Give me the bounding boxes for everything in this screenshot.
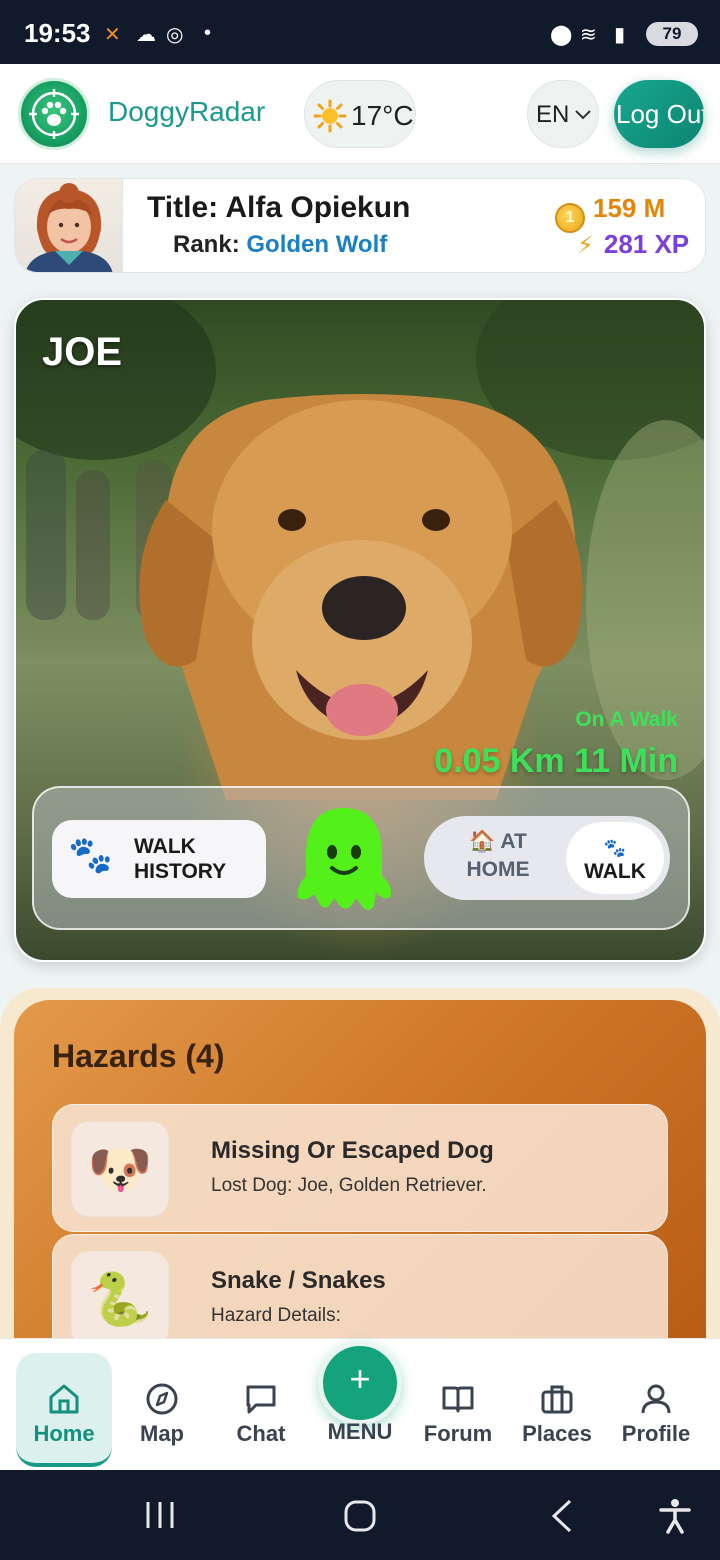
hazards-panel: Hazards (4) 🐶 Missing Or Escaped Dog Los… xyxy=(14,1000,706,1360)
nav-label: Profile xyxy=(621,1421,691,1446)
hazard-description: Hazard Details: xyxy=(211,1305,341,1326)
briefcase-icon xyxy=(541,1385,573,1414)
status-time: 19:53 xyxy=(24,18,91,48)
walk-control-panel: 🐾 WALK HISTORY 🏠 AT HOME 🐾 WALK xyxy=(32,786,690,930)
book-icon xyxy=(442,1386,474,1413)
xp-balance: ⚡ 281 XP xyxy=(577,229,689,260)
paw-prints-icon: 🐾 xyxy=(68,834,113,875)
coin-balance: 1 159 M xyxy=(555,193,665,233)
title-prefix: Title: xyxy=(147,191,219,224)
system-navigation-bar xyxy=(0,1470,720,1560)
plus-icon: + xyxy=(349,1358,371,1399)
user-rank: Rank: Golden Wolf xyxy=(173,231,387,259)
nav-places[interactable]: Places xyxy=(509,1353,605,1467)
walk-history-label: WALK HISTORY xyxy=(134,835,227,883)
notification-icon: ✕ xyxy=(104,24,121,46)
nav-label: Forum xyxy=(423,1421,493,1446)
house-icon: 🏠 xyxy=(469,830,496,853)
walk-stats: 0.05 Km 11 Min xyxy=(434,742,678,780)
accessibility-icon[interactable] xyxy=(658,1498,692,1534)
avatar[interactable] xyxy=(15,179,123,272)
home-system-icon[interactable] xyxy=(342,1498,378,1534)
nav-profile[interactable]: Profile xyxy=(608,1353,704,1467)
chevron-down-icon xyxy=(575,110,591,120)
paw-radar-logo-icon[interactable] xyxy=(18,78,90,150)
hazard-name: Snake / Snakes xyxy=(211,1267,386,1294)
app-name: DoggyRadar xyxy=(108,96,266,127)
wifi-icon: ≋ xyxy=(580,24,597,46)
lightning-icon: ⚡ xyxy=(577,232,594,259)
weather-widget[interactable]: 17°C xyxy=(304,80,416,148)
hazard-item[interactable]: 🐶 Missing Or Escaped Dog Lost Dog: Joe, … xyxy=(52,1104,668,1232)
walk-label: WALK xyxy=(584,860,646,883)
ghost-icon xyxy=(297,808,391,910)
nav-label: Places xyxy=(522,1421,592,1446)
signal-icon: ▮ xyxy=(614,24,626,46)
dog-name: JOE xyxy=(42,330,123,374)
hazard-name: Missing Or Escaped Dog xyxy=(211,1137,494,1164)
logout-button[interactable]: Log Out xyxy=(614,80,704,148)
dot-icon: • xyxy=(204,22,212,44)
xp-amount: 281 XP xyxy=(603,229,690,259)
status-bar: 19:53 ✕ ☁ ◎ • ⬤ ≋ ▮ 79 xyxy=(0,0,720,64)
at-home-option[interactable]: 🏠 AT HOME xyxy=(446,828,550,884)
menu-button[interactable]: + xyxy=(318,1341,402,1425)
dog-card[interactable]: JOE On A Walk 0.05 Km 11 Min 🐾 WALK HIST… xyxy=(14,298,706,962)
paw-icon: 🐾 xyxy=(603,838,627,858)
user-summary-card[interactable]: Title: Alfa Opiekun Rank: Golden Wolf 11… xyxy=(14,178,706,273)
title-value: Alfa Opiekun xyxy=(225,191,411,224)
walk-mode-toggle[interactable]: 🏠 AT HOME 🐾 WALK xyxy=(424,816,670,900)
walk-history-button[interactable]: 🐾 WALK HISTORY xyxy=(52,820,266,898)
recent-apps-icon[interactable] xyxy=(144,1498,176,1532)
location-icon: ⬤ xyxy=(550,24,573,46)
user-icon xyxy=(641,1384,671,1414)
snake-emoji-icon: 🐍 xyxy=(71,1251,169,1347)
language-code: EN xyxy=(536,101,570,128)
compass-icon xyxy=(146,1383,178,1415)
back-icon[interactable] xyxy=(548,1498,576,1534)
bottom-navigation: Home Map Chat + MENU Forum Places Profil… xyxy=(0,1338,720,1470)
gps-icon: ◎ xyxy=(166,24,184,46)
walk-option[interactable]: 🐾 WALK xyxy=(566,822,664,894)
menu-label: MENU xyxy=(327,1419,393,1444)
coin-amount: 159 M xyxy=(593,193,666,223)
app-header: DoggyRadar 17°C EN Log Out xyxy=(0,64,720,164)
nav-map[interactable]: Map xyxy=(114,1353,210,1467)
rank-value: Golden Wolf xyxy=(246,231,388,258)
nav-label: Chat xyxy=(236,1421,286,1446)
walk-status: On A Walk xyxy=(575,708,678,731)
hazard-description: Lost Dog: Joe, Golden Retriever. xyxy=(211,1175,487,1196)
chat-icon xyxy=(246,1385,276,1414)
battery-indicator: 79 xyxy=(646,22,698,46)
nav-chat[interactable]: Chat xyxy=(213,1353,309,1467)
temperature: 17°C xyxy=(351,100,414,131)
hazards-title: Hazards (4) xyxy=(52,1038,225,1074)
rank-prefix: Rank: xyxy=(173,231,240,258)
user-title: Title: Alfa Opiekun xyxy=(147,191,410,225)
language-selector[interactable]: EN xyxy=(527,80,599,148)
nav-forum[interactable]: Forum xyxy=(410,1353,506,1467)
nav-label: Map xyxy=(140,1421,184,1446)
sun-icon xyxy=(313,99,347,133)
nav-home[interactable]: Home xyxy=(16,1353,112,1467)
nav-label: Home xyxy=(33,1421,95,1446)
cloud-icon: ☁ xyxy=(136,24,156,46)
dog-emoji-icon: 🐶 xyxy=(71,1121,169,1217)
home-icon xyxy=(49,1384,79,1414)
